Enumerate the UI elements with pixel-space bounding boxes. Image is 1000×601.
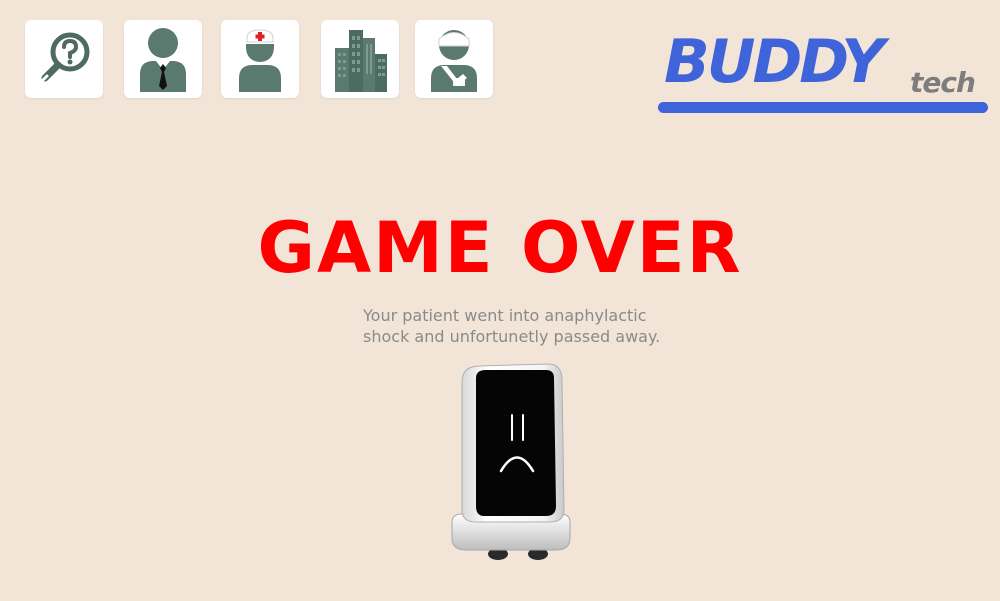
game-over-title: GAME OVER bbox=[257, 207, 743, 289]
nurse-icon bbox=[239, 29, 281, 92]
doctor-button[interactable] bbox=[124, 20, 202, 98]
building-icon bbox=[335, 30, 387, 92]
sad-robot bbox=[440, 360, 580, 565]
hospital-button[interactable] bbox=[321, 20, 399, 98]
toolbar bbox=[25, 20, 495, 100]
logo-main-text: BUDDY bbox=[664, 27, 885, 97]
nurse-button[interactable] bbox=[221, 20, 299, 98]
patient-button[interactable] bbox=[415, 20, 493, 98]
game-over-message: Your patient went into anaphylactic shoc… bbox=[363, 306, 661, 346]
injured-patient-icon bbox=[431, 30, 477, 92]
logo-sub-text: tech bbox=[910, 66, 976, 99]
help-button[interactable] bbox=[25, 20, 103, 98]
buddytech-logo: BUDDY tech bbox=[658, 28, 990, 118]
businessman-icon bbox=[140, 28, 186, 92]
magnifier-question-icon bbox=[40, 32, 90, 83]
sad-robot-icon bbox=[451, 363, 571, 560]
logo-underline bbox=[658, 102, 988, 113]
